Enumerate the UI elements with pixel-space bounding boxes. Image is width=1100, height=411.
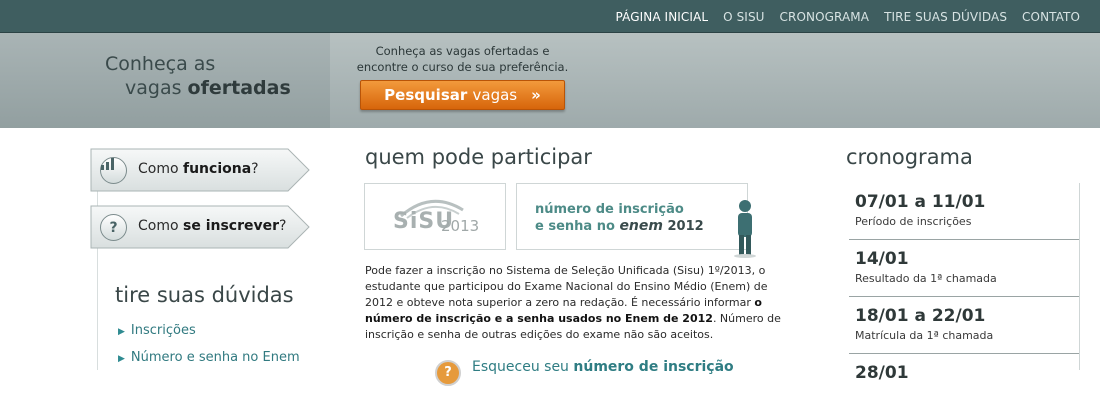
nav-item-contato[interactable]: CONTATO bbox=[1022, 10, 1080, 24]
left-sidebar: Como funciona? ? Como se inscrever? tire… bbox=[0, 128, 330, 370]
bar-chart-icon bbox=[100, 157, 127, 184]
nav-menu: PÁGINA INICIAL O SISU CRONOGRAMA TIRE SU… bbox=[601, 0, 1080, 33]
cronograma-item: 14/01 Resultado da 1ª chamada bbox=[849, 241, 1079, 297]
help-link-inscricoes[interactable]: ▶ Inscrições bbox=[118, 323, 196, 338]
enem-line2: e senha no enem 2012 bbox=[535, 218, 704, 234]
enem-year: 2012 bbox=[667, 219, 704, 234]
banner-desc-line2: encontre o curso de sua preferência. bbox=[356, 60, 569, 74]
help-link-numero-senha[interactable]: ▶ Número e senha no Enem bbox=[118, 350, 300, 365]
forgot-prefix: Esqueceu seu bbox=[472, 359, 569, 375]
como-se-inscrever-label: Como se inscrever? bbox=[138, 218, 286, 234]
banner-title-line2: vagas ofertadas bbox=[125, 77, 291, 99]
como-funciona-label: Como funciona? bbox=[138, 161, 259, 177]
question-icon: ? bbox=[435, 360, 461, 386]
banner-title-panel: Conheça as vagas ofertadas bbox=[0, 33, 330, 128]
triangle-right-icon: ▶ bbox=[118, 327, 125, 337]
nav-item-cronograma[interactable]: CRONOGRAMA bbox=[780, 10, 870, 24]
sisu-2013-logo: SiSU 2013 bbox=[364, 183, 506, 250]
nav-item-o-sisu[interactable]: O SISU bbox=[723, 10, 764, 24]
como-se-inscrever-button[interactable]: ? Como se inscrever? bbox=[90, 205, 310, 249]
question-icon: ? bbox=[100, 214, 127, 241]
tab2-prefix: Como bbox=[138, 218, 179, 234]
tab1-bold: funciona bbox=[183, 161, 252, 177]
cronograma-title: cronograma bbox=[846, 145, 973, 169]
enem-2012-info-box[interactable]: número de inscrição e senha no enem 2012 bbox=[516, 183, 748, 250]
cronograma-desc: Período de inscrições bbox=[855, 215, 972, 228]
nav-item-tire-suas-duvidas[interactable]: TIRE SUAS DÚVIDAS bbox=[884, 10, 1007, 24]
banner-title-prefix: vagas bbox=[125, 77, 182, 99]
enem-line1: número de inscrição bbox=[535, 202, 684, 217]
cronograma-desc: Matrícula da 1ª chamada bbox=[855, 329, 994, 342]
tab1-prefix: Como bbox=[138, 161, 179, 177]
tab2-suffix: ? bbox=[279, 218, 287, 234]
forgot-text: Esqueceu seu número de inscrição bbox=[472, 359, 734, 375]
double-chevron-icon: » bbox=[531, 86, 541, 104]
tab1-suffix: ? bbox=[251, 161, 259, 177]
banner-title-bold: ofertadas bbox=[187, 77, 291, 99]
vagas-banner: Conheça as vagas ofertadas Conheça as va… bbox=[0, 33, 1100, 128]
help-section-title: tire suas dúvidas bbox=[115, 283, 294, 307]
cronograma-date: 07/01 a 11/01 bbox=[855, 192, 986, 212]
forgot-bold: número de inscrição bbox=[573, 359, 734, 375]
eligibility-paragraph: Pode fazer a inscrição no Sistema de Sel… bbox=[365, 263, 795, 343]
nav-item-pagina-inicial[interactable]: PÁGINA INICIAL bbox=[616, 10, 709, 24]
tab2-bold: se inscrever bbox=[183, 218, 280, 234]
person-figure-icon bbox=[734, 200, 756, 258]
cronograma-item: 28/01 bbox=[849, 355, 1079, 411]
para-text-1: Pode fazer a inscrição no Sistema de Sel… bbox=[365, 264, 768, 309]
enem-line2-prefix: e senha no bbox=[535, 219, 615, 234]
enem-logo-word: enem bbox=[619, 218, 663, 234]
search-button-bold: Pesquisar bbox=[384, 86, 468, 104]
banner-desc-line1: Conheça as vagas ofertadas e bbox=[375, 44, 550, 58]
quem-pode-participar-title: quem pode participar bbox=[365, 145, 592, 169]
triangle-right-icon: ▶ bbox=[118, 354, 125, 364]
cronograma-divider bbox=[1079, 183, 1080, 370]
como-funciona-button[interactable]: Como funciona? bbox=[90, 148, 310, 192]
cronograma-date: 18/01 a 22/01 bbox=[855, 306, 986, 326]
cronograma-desc: Resultado da 1ª chamada bbox=[855, 272, 997, 285]
cronograma-item: 18/01 a 22/01 Matrícula da 1ª chamada bbox=[849, 298, 1079, 354]
top-navigation: PÁGINA INICIAL O SISU CRONOGRAMA TIRE SU… bbox=[0, 0, 1100, 33]
banner-title-line1: Conheça as bbox=[105, 53, 216, 75]
search-button-rest: vagas bbox=[472, 86, 518, 104]
cronograma-item: 07/01 a 11/01 Período de inscrições bbox=[849, 184, 1079, 240]
help-link-label: Inscrições bbox=[130, 323, 196, 338]
help-link-label: Número e senha no Enem bbox=[130, 350, 300, 365]
banner-description: Conheça as vagas ofertadas e encontre o … bbox=[350, 43, 575, 75]
cronograma-date: 14/01 bbox=[855, 249, 909, 269]
sisu-logo-year: 2013 bbox=[441, 217, 480, 235]
bar-chart-glyph bbox=[101, 158, 114, 170]
cronograma-date: 28/01 bbox=[855, 363, 909, 383]
search-vagas-button[interactable]: Pesquisar vagas » bbox=[360, 80, 565, 110]
